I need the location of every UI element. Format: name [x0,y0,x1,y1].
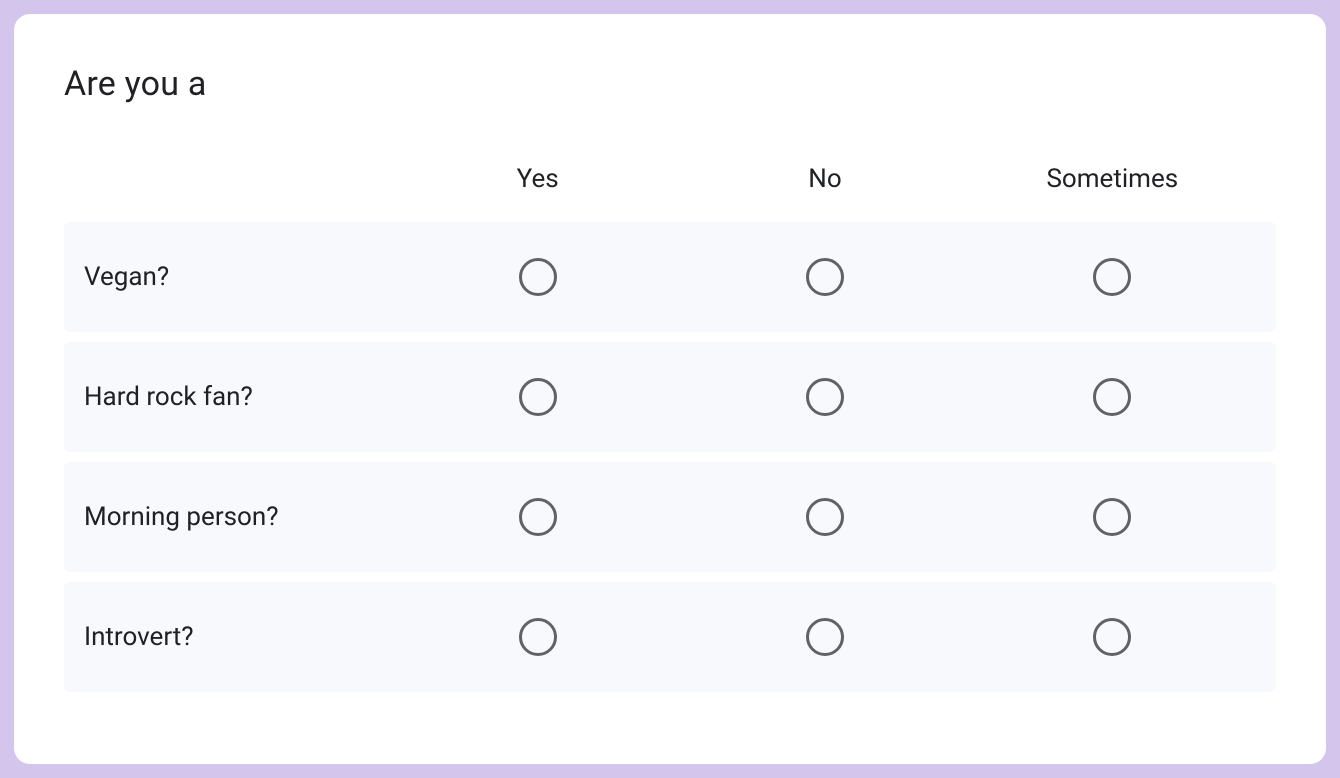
radio-cell [681,618,968,656]
radio-cell [394,378,681,416]
radio-morning-sometimes[interactable] [1093,498,1131,536]
multiple-choice-grid: Yes No Sometimes Vegan? Hard rock fan? [64,164,1276,692]
radio-vegan-no[interactable] [806,258,844,296]
row-label: Introvert? [84,622,394,652]
radio-introvert-yes[interactable] [519,618,557,656]
row-label: Vegan? [84,262,394,292]
question-card: Are you a Yes No Sometimes Vegan? Hard r… [14,14,1326,764]
column-label-no: No [681,164,968,194]
radio-cell [681,378,968,416]
grid-row-introvert: Introvert? [64,582,1276,692]
radio-cell [394,498,681,536]
radio-cell [394,258,681,296]
column-label-yes: Yes [394,164,681,194]
radio-rock-yes[interactable] [519,378,557,416]
grid-row-hard-rock-fan: Hard rock fan? [64,342,1276,452]
radio-rock-no[interactable] [806,378,844,416]
grid-row-morning-person: Morning person? [64,462,1276,572]
grid-header-row: Yes No Sometimes [64,164,1276,222]
radio-cell [969,378,1256,416]
radio-cell [394,618,681,656]
radio-cell [969,258,1256,296]
row-label: Hard rock fan? [84,382,394,412]
radio-vegan-sometimes[interactable] [1093,258,1131,296]
row-label: Morning person? [84,502,394,532]
radio-morning-yes[interactable] [519,498,557,536]
radio-morning-no[interactable] [806,498,844,536]
radio-cell [681,498,968,536]
radio-cell [969,498,1256,536]
radio-cell [969,618,1256,656]
radio-cell [681,258,968,296]
radio-introvert-no[interactable] [806,618,844,656]
radio-rock-sometimes[interactable] [1093,378,1131,416]
radio-vegan-yes[interactable] [519,258,557,296]
grid-row-vegan: Vegan? [64,222,1276,332]
question-title: Are you a [64,64,1276,104]
column-label-sometimes: Sometimes [969,164,1256,194]
radio-introvert-sometimes[interactable] [1093,618,1131,656]
